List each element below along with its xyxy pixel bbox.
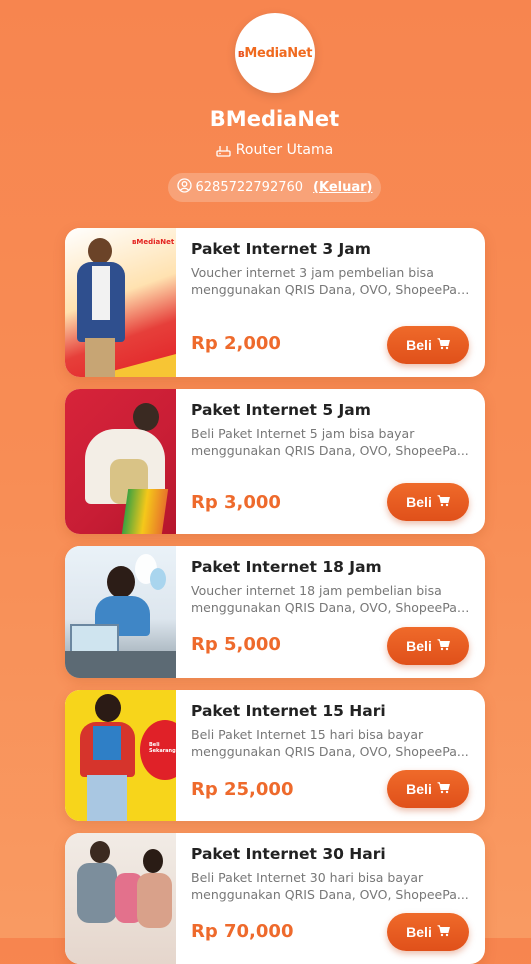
product-card: Paket Internet 5 Jam Beli Paket Internet… bbox=[65, 389, 485, 534]
user-pill: 6285722792760 (Keluar) bbox=[168, 173, 381, 202]
page-title: BMediaNet bbox=[209, 107, 340, 131]
product-image bbox=[65, 389, 176, 534]
router-icon bbox=[216, 144, 231, 157]
product-image: Beli Sekarang bbox=[65, 690, 176, 821]
product-description: Beli Paket Internet 30 hari bisa bayar m… bbox=[191, 870, 469, 902]
buy-button[interactable]: Beli bbox=[387, 483, 469, 521]
product-card: Paket Internet 18 Jam Voucher internet 1… bbox=[65, 546, 485, 678]
product-image bbox=[65, 546, 176, 678]
product-title: Paket Internet 3 Jam bbox=[191, 240, 371, 258]
cart-icon bbox=[437, 337, 450, 353]
buy-button[interactable]: Beli bbox=[387, 770, 469, 808]
product-title: Paket Internet 5 Jam bbox=[191, 401, 371, 419]
product-card: ʙMediaNet Paket Internet 3 Jam Voucher i… bbox=[65, 228, 485, 377]
user-circle-icon bbox=[176, 178, 192, 197]
product-description: Beli Paket Internet 15 hari bisa bayar m… bbox=[191, 727, 469, 759]
product-title: Paket Internet 18 Jam bbox=[191, 558, 382, 576]
product-price: Rp 3,000 bbox=[191, 492, 281, 513]
buy-button[interactable]: Beli bbox=[387, 326, 469, 364]
phone-number: 6285722792760 bbox=[195, 180, 304, 195]
brand-logo: ʙMediaNet bbox=[235, 13, 315, 93]
product-title: Paket Internet 15 Hari bbox=[191, 702, 386, 720]
product-card: Paket Internet 30 Hari Beli Paket Intern… bbox=[65, 833, 485, 964]
product-description: Voucher internet 18 jam pembelian bisa m… bbox=[191, 583, 473, 615]
logo-text: ʙMediaNet bbox=[237, 45, 313, 61]
product-image bbox=[65, 833, 176, 964]
buy-button[interactable]: Beli bbox=[387, 627, 469, 665]
product-price: Rp 5,000 bbox=[191, 634, 281, 655]
product-title: Paket Internet 30 Hari bbox=[191, 845, 386, 863]
product-image: ʙMediaNet bbox=[65, 228, 176, 377]
router-label: Router Utama bbox=[235, 142, 334, 158]
product-card: Beli Sekarang Paket Internet 15 Hari Beli… bbox=[65, 690, 485, 821]
cart-icon bbox=[437, 638, 450, 654]
cart-icon bbox=[437, 781, 450, 797]
product-price: Rp 2,000 bbox=[191, 333, 281, 354]
buy-button[interactable]: Beli bbox=[387, 913, 469, 951]
product-description: Voucher internet 3 jam pembelian bisa me… bbox=[191, 265, 473, 297]
product-price: Rp 70,000 bbox=[191, 921, 294, 942]
router-label-row: Router Utama bbox=[0, 142, 531, 158]
product-price: Rp 25,000 bbox=[191, 779, 294, 800]
cart-icon bbox=[437, 494, 450, 510]
product-description: Beli Paket Internet 5 jam bisa bayar men… bbox=[191, 426, 469, 458]
logout-link[interactable]: (Keluar) bbox=[313, 180, 372, 195]
